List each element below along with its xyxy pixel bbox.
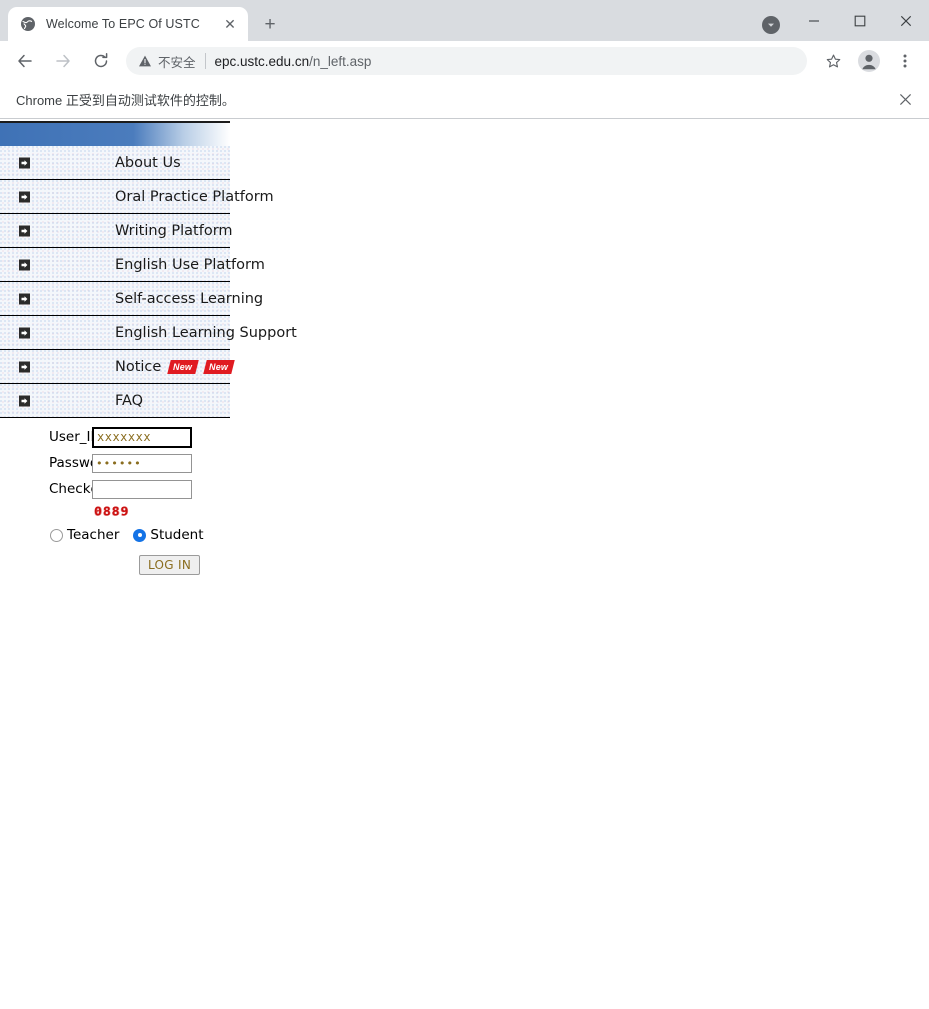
userid-label: User_ID — [49, 429, 101, 445]
new-badge: New — [203, 359, 236, 374]
login-form: User_ID Password Checkcode 0889 Teacher … — [0, 424, 320, 575]
browser-window: Welcome To EPC Of USTC ✕ + 不安全 epc.ustc.… — [0, 0, 929, 1009]
reload-button[interactable] — [85, 45, 117, 77]
browser-toolbar: 不安全 epc.ustc.edu.cn/n_left.asp — [0, 41, 929, 81]
tab-title: Welcome To EPC Of USTC — [46, 17, 200, 31]
captcha-row: 0889 — [0, 502, 320, 522]
arrow-right-icon — [19, 293, 30, 304]
minimize-button[interactable] — [791, 0, 837, 41]
star-icon[interactable] — [818, 46, 848, 76]
address-bar[interactable]: 不安全 epc.ustc.edu.cn/n_left.asp — [126, 47, 807, 75]
sidebar-item-notice[interactable]: Notice New New — [0, 350, 236, 384]
forward-button[interactable] — [47, 45, 79, 77]
radio-teacher[interactable] — [50, 528, 63, 542]
arrow-right-icon — [19, 361, 30, 372]
infobar-message: Chrome 正受到自动测试软件的控制。 — [16, 93, 235, 108]
login-button[interactable]: LOG IN — [139, 555, 201, 575]
submit-row: LOG IN — [0, 548, 320, 575]
three-dot-menu-icon[interactable] — [890, 46, 920, 76]
checkcode-label: Checkcode — [49, 481, 124, 497]
close-icon[interactable] — [895, 90, 915, 110]
arrow-right-icon — [19, 395, 30, 406]
checkcode-row: Checkcode — [0, 476, 320, 502]
sidebar-item-label: FAQ — [115, 392, 144, 409]
close-window-button[interactable] — [883, 0, 929, 41]
warning-triangle-icon[interactable] — [138, 54, 152, 68]
site-nav-panel: About Us Oral Practice Platform Writing … — [0, 121, 297, 418]
userid-input[interactable] — [92, 426, 192, 448]
userid-row: User_ID — [0, 424, 320, 450]
radio-student-label: Student — [150, 527, 204, 543]
window-controls — [791, 0, 929, 41]
sidebar-item-faq[interactable]: FAQ — [0, 384, 230, 418]
sidebar-item-english-use-platform[interactable]: English Use Platform — [0, 248, 265, 282]
browser-title-bar: Welcome To EPC Of USTC ✕ + — [0, 0, 929, 41]
arrow-right-icon — [19, 225, 30, 236]
sidebar-item-label: About Us — [115, 154, 181, 171]
new-badge: New — [167, 359, 200, 374]
sidebar-item-oral-practice-platform[interactable]: Oral Practice Platform — [0, 180, 274, 214]
checkcode-input[interactable] — [92, 479, 192, 499]
browser-tab[interactable]: Welcome To EPC Of USTC ✕ — [8, 7, 248, 41]
omnibox-divider — [204, 53, 206, 69]
sidebar-item-writing-platform[interactable]: Writing Platform — [0, 214, 233, 248]
sidebar-item-label: Notice — [115, 358, 162, 375]
arrow-right-icon — [19, 327, 30, 338]
sidebar-item-label: Writing Platform — [115, 222, 233, 239]
new-tab-button[interactable]: + — [256, 10, 284, 38]
radio-student[interactable] — [133, 528, 147, 542]
radio-teacher-label: Teacher — [67, 527, 120, 543]
sidebar-item-self-access-learning[interactable]: Self-access Learning — [0, 282, 263, 316]
sidebar-item-label-wrap: Notice New New — [115, 358, 236, 375]
password-label: Password — [49, 455, 113, 471]
sidebar-item-label: Oral Practice Platform — [115, 188, 274, 205]
role-radio-group: Teacher Student — [0, 522, 320, 548]
back-button[interactable] — [9, 45, 41, 77]
page-viewport: About Us Oral Practice Platform Writing … — [0, 121, 929, 1009]
maximize-button[interactable] — [837, 0, 883, 41]
globe-icon — [20, 16, 36, 32]
close-icon[interactable]: ✕ — [220, 14, 240, 34]
url-text: epc.ustc.edu.cn/n_left.asp — [215, 54, 372, 69]
sidebar-item-about-us[interactable]: About Us — [0, 146, 230, 180]
nav-header-banner — [0, 121, 230, 146]
arrow-right-icon — [19, 259, 30, 270]
password-row: Password — [0, 450, 320, 476]
automation-infobar: Chrome 正受到自动测试软件的控制。 — [0, 81, 929, 119]
url-host: epc.ustc.edu.cn — [214, 53, 310, 69]
person-icon[interactable] — [854, 46, 884, 76]
security-status-text: 不安全 — [158, 55, 196, 70]
sidebar-item-label: English Use Platform — [115, 256, 265, 273]
url-path: /n_left.asp — [309, 53, 372, 69]
captcha-image-text[interactable]: 0889 — [94, 505, 129, 519]
sidebar-item-label: Self-access Learning — [115, 290, 264, 307]
sidebar-item-label: English Learning Support — [115, 324, 297, 341]
sidebar-item-english-learning-support[interactable]: English Learning Support — [0, 316, 297, 350]
chevron-down-circle-icon[interactable] — [762, 16, 780, 34]
arrow-right-icon — [19, 157, 30, 168]
arrow-right-icon — [19, 191, 30, 202]
password-input[interactable] — [92, 453, 192, 473]
